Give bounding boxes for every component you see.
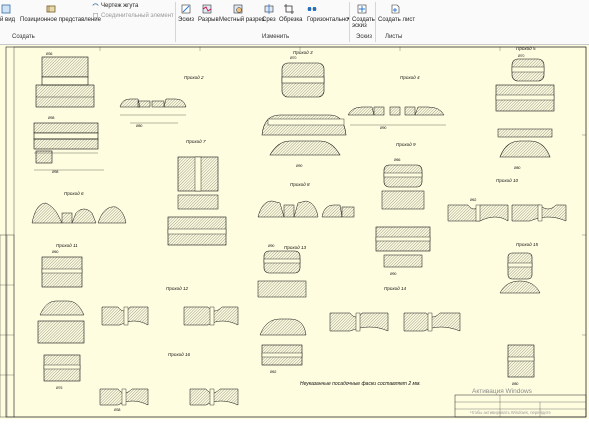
group-label-sketch: Эскиз [356, 34, 373, 40]
local-section-button[interactable]: Местный разрез [219, 4, 264, 28]
part-drawing-pass-12 [101, 306, 239, 326]
part-drawing-pass-15 [499, 252, 541, 378]
part-drawing-pass-14 [329, 312, 461, 332]
positional-view-button[interactable]: Позиционное представление [16, 2, 101, 30]
part-drawing-pass-10 [447, 204, 567, 222]
svg-text:Ø90: Ø90 [390, 272, 397, 276]
part-drawing-pass-3 [261, 62, 347, 156]
group-label-sheets: Листы [385, 34, 403, 40]
ribbon: й вид Позиционное представление Чертеж ж… [0, 0, 589, 45]
svg-text:Ø38: Ø38 [114, 408, 121, 412]
pass-label: Проход 3 [293, 50, 313, 55]
svg-text:Ø60: Ø60 [52, 250, 59, 254]
create-sheet-icon [391, 4, 400, 14]
svg-text:Ø90: Ø90 [268, 244, 275, 248]
pass-label: Проход 16 [168, 352, 191, 357]
svg-text:Ø66: Ø66 [394, 158, 401, 162]
group-label-modify: Изменить [262, 34, 290, 40]
pass-label: Проход 7 [186, 139, 206, 144]
ribbon-separator [349, 2, 350, 42]
partial-view-button[interactable]: й вид [0, 2, 15, 30]
svg-text:Ø80: Ø80 [136, 124, 143, 128]
pass-label: Проход 10 [496, 178, 519, 183]
part-drawing-pass-9 [375, 164, 431, 268]
part-drawing-pass-11 [37, 256, 85, 382]
svg-text:Ø62: Ø62 [470, 198, 477, 202]
windows-watermark: Активация Windows [472, 388, 533, 395]
break-button[interactable]: Разрыв [198, 4, 219, 28]
part-drawing-1 [33, 56, 104, 171]
svg-text:Ø70: Ø70 [290, 56, 297, 60]
harness-icon [92, 3, 99, 6]
local-section-icon [233, 4, 243, 14]
svg-text:Ø62: Ø62 [270, 370, 277, 374]
svg-text:Ø90: Ø90 [296, 164, 303, 168]
svg-text:Ø36: Ø36 [46, 52, 53, 56]
group-label-create: Создать [12, 34, 35, 40]
pass-label: Проход 11 [56, 243, 78, 248]
pass-label: Проход 15 [516, 242, 539, 247]
positional-view-icon [46, 5, 56, 13]
create-sketch-button[interactable]: Создать эскиз [352, 4, 375, 32]
align-horizontal-icon [307, 7, 317, 11]
pass-label: Проход 9 [396, 142, 416, 147]
section-button[interactable]: Срез [262, 4, 276, 28]
horizontal-align-button[interactable]: Горизонтально ▾ [307, 4, 350, 28]
part-drawing-pass-4 [347, 106, 446, 126]
part-drawing-pass-13 [257, 250, 307, 366]
part-drawing-pass-5 [495, 58, 555, 158]
part-drawing-pass-7 [167, 156, 227, 246]
pass-label: Проход 4 [400, 75, 420, 80]
ribbon-separator [375, 2, 376, 42]
break-icon [202, 4, 212, 14]
svg-text:Ø90: Ø90 [380, 126, 387, 130]
footnote: Неуказанные посадочные фаски составляет … [300, 381, 421, 387]
sketch-button[interactable]: Эскиз [178, 4, 194, 28]
svg-text:Ø98: Ø98 [52, 170, 59, 174]
partial-view-icon [1, 4, 11, 14]
pass-label: Проход 8 [290, 182, 310, 187]
ribbon-separator [175, 2, 176, 42]
part-drawing-pass-8 [257, 200, 355, 218]
part-drawing-pass-16 [99, 388, 239, 406]
drawing-sheet: Ø36Ø98Ø98 Ø80Ø70Ø90 Ø90Ø70Ø80 Ø66Ø90Ø62 … [0, 46, 587, 418]
windows-watermark-sub: Чтобы активировать Windows, перейдите [470, 410, 551, 415]
create-sketch-icon [357, 4, 367, 14]
part-drawing-pass-6 [31, 202, 127, 224]
svg-text:Ø76: Ø76 [56, 386, 63, 390]
crop-icon [284, 4, 294, 14]
left-stamp [0, 234, 15, 418]
part-drawing-pass-2 [119, 98, 187, 124]
pass-label: Проход 12 [166, 286, 189, 291]
pass-label: Проход 14 [384, 286, 407, 291]
svg-text:Ø70: Ø70 [518, 54, 525, 58]
section-icon [264, 4, 274, 14]
drawing-canvas[interactable]: Ø36 Ø98 Ø98 Ø80 Ø70 Ø90 Ø90 Ø70 Ø80 Ø66 Ø90 Ø62 … [0, 45, 589, 419]
sketch-icon [181, 4, 191, 14]
crop-button[interactable]: Обрезка [279, 4, 303, 28]
pass-label: Проход 2 [184, 75, 204, 80]
svg-text:Ø98: Ø98 [48, 116, 55, 120]
create-sheet-button[interactable]: Создать лист [378, 4, 415, 28]
pass-label: Проход 5 [516, 46, 536, 51]
svg-text:Ø80: Ø80 [512, 382, 519, 386]
connector-icon [93, 13, 98, 18]
svg-text:Ø80: Ø80 [514, 166, 521, 170]
pass-label: Проход 13 [284, 245, 307, 250]
pass-label: Проход 6 [64, 191, 84, 196]
